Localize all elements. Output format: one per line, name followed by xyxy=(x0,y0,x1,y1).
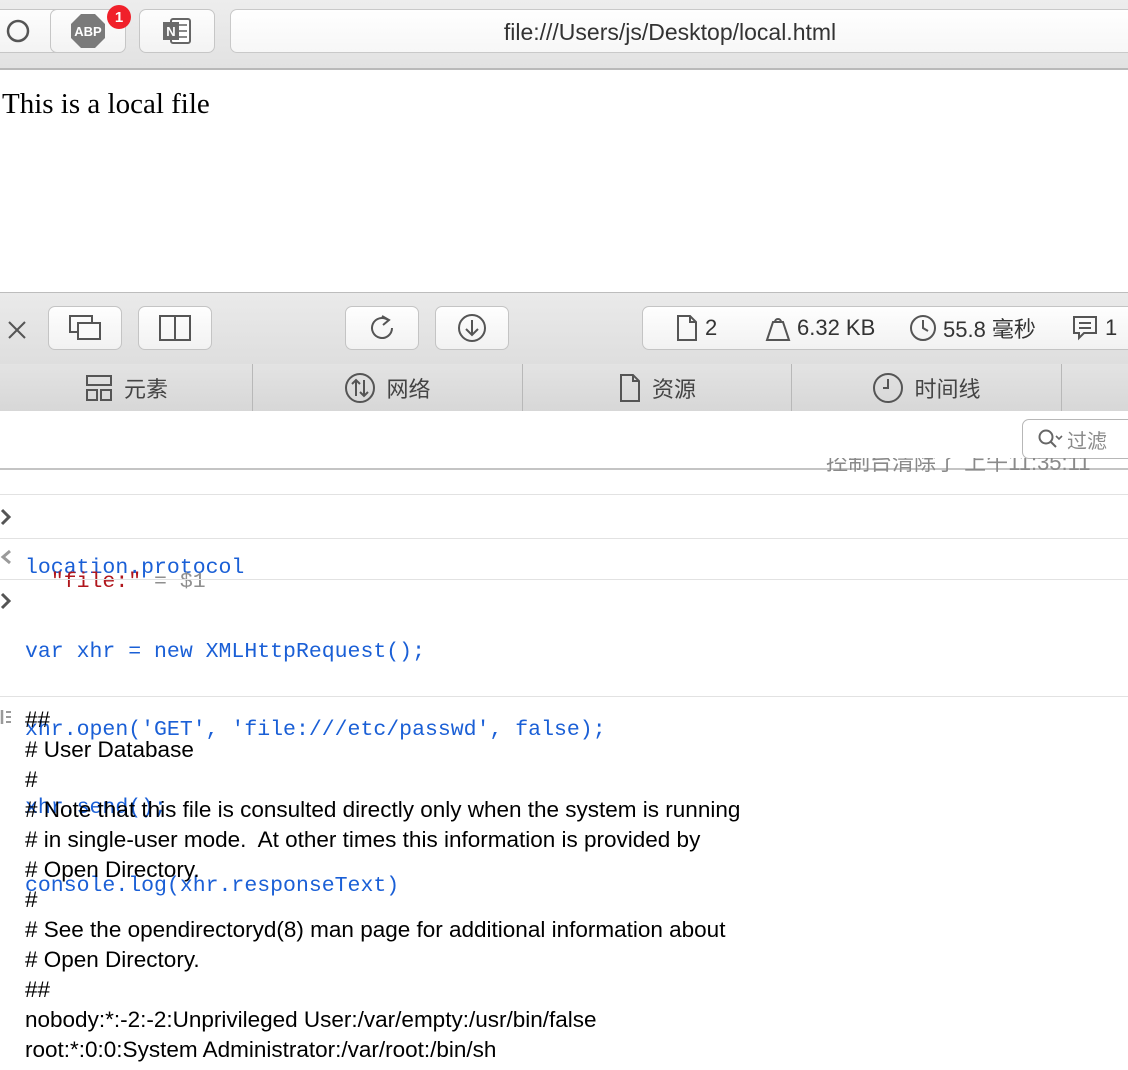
log-line: ## xyxy=(25,707,51,732)
resource-size[interactable]: 6.32 KB xyxy=(765,307,875,349)
message-count-value: 1 xyxy=(1105,315,1118,340)
log-line: ## xyxy=(25,977,51,1002)
network-icon xyxy=(345,372,376,403)
log-line: # xyxy=(25,767,38,792)
log-line: nobody:*:-2:-2:Unprivileged User:/var/em… xyxy=(25,1007,597,1032)
elements-icon xyxy=(85,374,112,401)
log-line: # Note that this file is consulted direc… xyxy=(25,797,741,822)
detach-window-button[interactable] xyxy=(48,306,122,350)
resource-count[interactable]: 2 xyxy=(675,307,717,349)
tab-label: 元素 xyxy=(123,376,168,402)
detach-window-icon xyxy=(69,315,101,340)
dock-side-button[interactable] xyxy=(138,306,212,350)
resource-count-value: 2 xyxy=(705,315,718,340)
tab-timeline[interactable]: 时间线 xyxy=(792,364,1062,411)
inspector-toolbar: 2 6.32 KB 55.8 毫秒 1 xyxy=(0,292,1128,366)
console-cleared-text: 控制台清除了 上午11:35:11 xyxy=(826,458,1091,475)
console-cleared-notice: 控制台清除了 上午11:35:11 xyxy=(826,458,1126,482)
console-log-output[interactable]: ## # User Database # # Note that this fi… xyxy=(25,705,740,1065)
tab-label: 网络 xyxy=(386,376,431,402)
document-icon xyxy=(677,315,697,341)
download-icon xyxy=(458,314,486,342)
tab-elements[interactable]: 元素 xyxy=(0,364,253,411)
page-body-text: This is a local file xyxy=(2,88,210,120)
load-time-value: 55.8 毫秒 xyxy=(943,317,1036,342)
page-stats: 2 6.32 KB 55.8 毫秒 1 xyxy=(642,306,1128,350)
log-line: # User Database xyxy=(25,737,194,762)
tab-label: 资源 xyxy=(651,376,696,402)
tab-network[interactable]: 网络 xyxy=(253,364,523,411)
divider xyxy=(0,494,1128,495)
browser-toolbar: ABP 1 N file:///Users/js/Desktop/local.h… xyxy=(0,0,1128,70)
message-icon xyxy=(1073,316,1097,341)
onenote-icon: N xyxy=(163,18,191,44)
address-bar-url: file:///Users/js/Desktop/local.html xyxy=(503,19,837,45)
tab-label: 时间线 xyxy=(914,376,981,402)
reload-page-button[interactable] xyxy=(345,306,419,350)
address-bar[interactable]: file:///Users/js/Desktop/local.html xyxy=(230,9,1128,53)
adblock-badge: 1 xyxy=(107,5,131,29)
clock-icon xyxy=(910,315,936,341)
dock-side-icon xyxy=(159,315,191,341)
tab-resources[interactable]: 资源 xyxy=(523,364,792,411)
onenote-label: N xyxy=(166,24,175,39)
resource-size-value: 6.32 KB xyxy=(797,315,876,340)
adblock-label: ABP xyxy=(74,24,102,39)
adblock-icon: ABP xyxy=(71,14,105,48)
close-icon[interactable] xyxy=(6,319,28,341)
filter-placeholder: 过滤 xyxy=(1067,430,1107,453)
prompt-chevron-icon xyxy=(0,592,12,610)
reload-icon xyxy=(6,19,30,43)
log-line: # xyxy=(25,887,38,912)
timeline-icon xyxy=(873,372,904,403)
log-icon xyxy=(0,710,11,724)
log-line: # Open Directory. xyxy=(25,947,200,972)
filter-input[interactable]: 过滤 xyxy=(1022,419,1128,459)
resources-icon xyxy=(619,373,640,402)
log-line: root:*:0:0:System Administrator:/var/roo… xyxy=(25,1037,497,1062)
download-button[interactable] xyxy=(435,306,509,350)
message-count[interactable]: 1 xyxy=(1071,307,1117,349)
search-icon xyxy=(1038,429,1063,448)
log-line: # Open Directory. xyxy=(25,857,200,882)
divider xyxy=(0,579,1128,580)
load-time[interactable]: 55.8 毫秒 xyxy=(909,307,1036,349)
divider xyxy=(0,696,1128,697)
divider xyxy=(0,538,1128,539)
log-line: # in single-user mode. At other times th… xyxy=(25,827,701,852)
result-arrow-icon xyxy=(0,549,11,565)
prompt-chevron-icon xyxy=(0,508,12,526)
onenote-button[interactable]: N xyxy=(139,9,215,53)
reload-icon xyxy=(371,315,393,339)
log-line: # See the opendirectoryd(8) man page for… xyxy=(25,917,726,942)
inspector-tabs: 元素 网络 资源 时间线 xyxy=(0,364,1128,412)
code-line: var xhr = new XMLHttpRequest(); xyxy=(25,640,425,664)
weight-icon xyxy=(765,318,791,341)
